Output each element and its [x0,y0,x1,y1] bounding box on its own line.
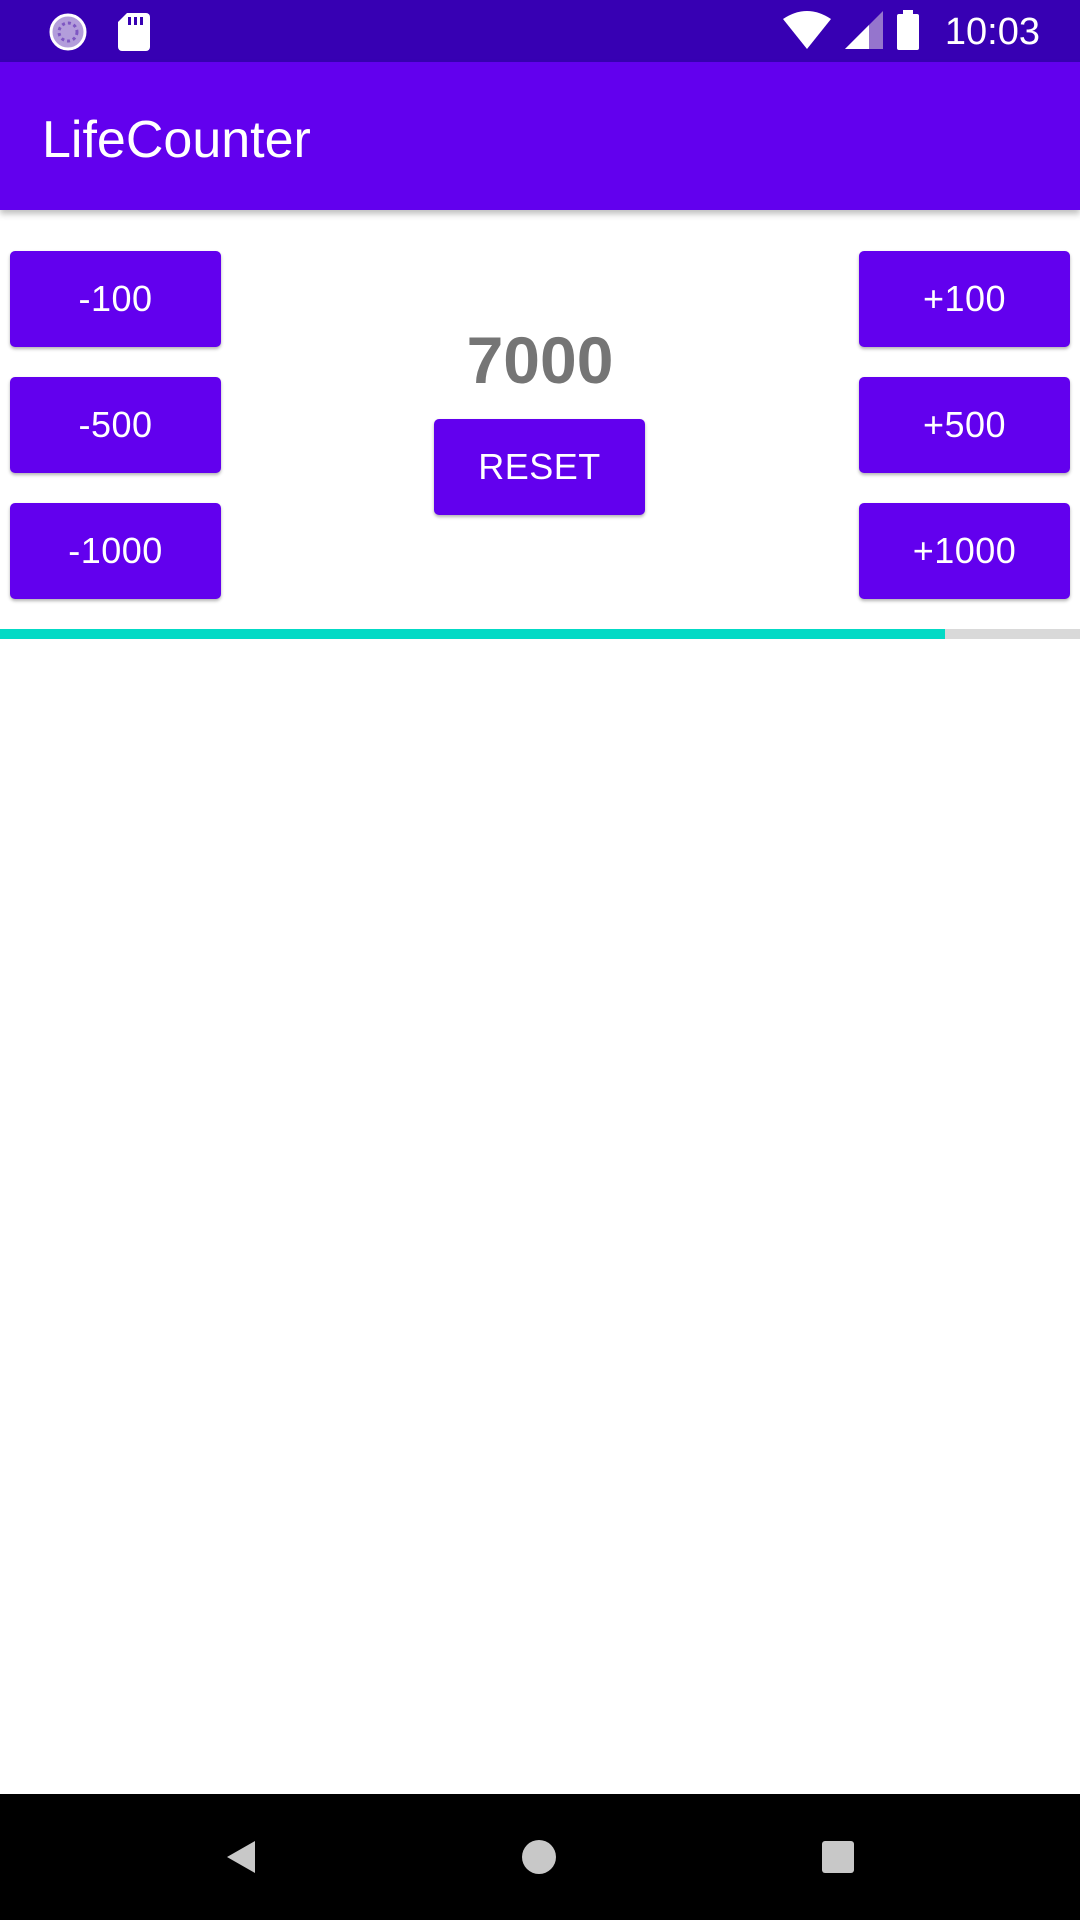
navigation-bar [0,1794,1080,1920]
life-progress-bar [0,629,1080,639]
recents-icon[interactable] [803,1822,873,1892]
status-clock: 10:03 [944,11,1040,53]
wifi-icon [782,11,831,54]
minus-500-button[interactable]: -500 [10,377,221,473]
home-icon[interactable] [504,1822,574,1892]
reset-button[interactable]: RESET [434,419,645,515]
cell-signal-icon [844,11,883,54]
plus-100-button[interactable]: +100 [859,251,1070,347]
life-counter-value: 7000 [466,323,614,397]
status-bar: 10:03 [0,0,1080,62]
plus-500-button[interactable]: +500 [859,377,1070,473]
sync-icon [48,12,88,57]
app-title: LifeCounter [42,111,311,169]
life-progress-fill [0,629,945,639]
minus-1000-button[interactable]: -1000 [10,503,221,599]
plus-1000-button[interactable]: +1000 [859,503,1070,599]
status-left-icons [48,12,150,57]
battery-icon [896,10,919,55]
sd-card-icon [118,13,150,56]
app-bar: LifeCounter [0,62,1080,210]
minus-100-button[interactable]: -100 [10,251,221,347]
status-right-icons: 10:03 [782,10,1040,55]
back-icon[interactable] [206,1822,276,1892]
